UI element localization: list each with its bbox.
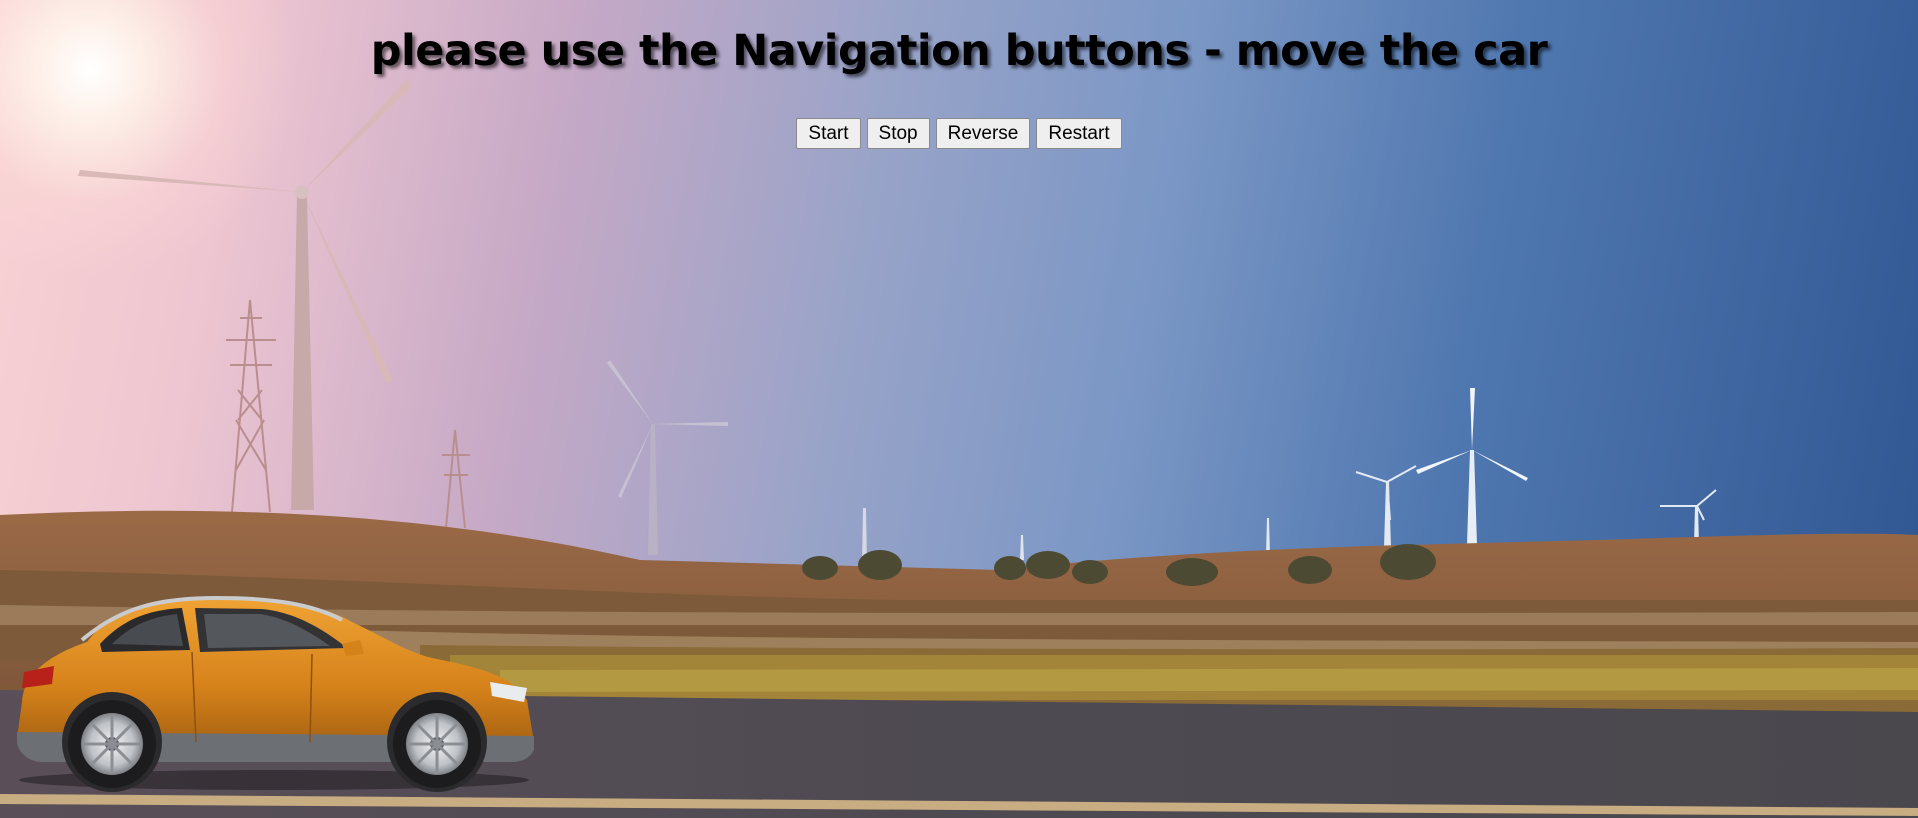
reverse-button[interactable]: Reverse: [935, 118, 1031, 149]
page-title: please use the Navigation buttons - move…: [370, 26, 1548, 76]
start-button[interactable]: Start: [796, 118, 861, 149]
rear-wheel: [68, 700, 156, 788]
front-wheel: [393, 700, 481, 788]
power-pylon: [226, 299, 470, 529]
car-image[interactable]: [12, 592, 537, 792]
restart-button[interactable]: Restart: [1036, 118, 1122, 149]
stop-button[interactable]: Stop: [866, 118, 930, 149]
wind-turbine-mid: [607, 360, 728, 555]
navigation-controls: Start Stop Reverse Restart: [0, 118, 1918, 149]
wind-turbine-right: [862, 388, 1717, 565]
